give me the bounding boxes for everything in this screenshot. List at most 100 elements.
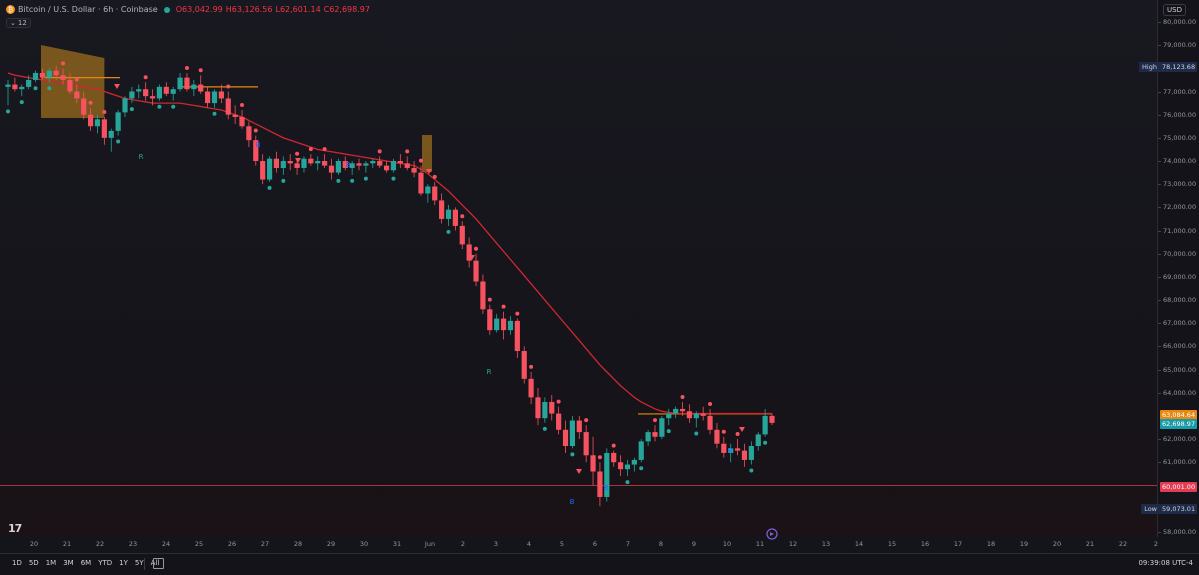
candle-body	[411, 167, 417, 173]
sell-signal-icon	[739, 427, 745, 432]
candle-body	[638, 441, 644, 460]
signal-dot	[226, 84, 231, 89]
candle-body	[700, 413, 706, 416]
time-tick-label: 27	[260, 540, 270, 548]
candle-body	[301, 158, 307, 168]
timeframe-button-5d[interactable]: 5D	[29, 559, 39, 567]
signal-dot	[363, 176, 368, 181]
candle-body	[521, 351, 527, 379]
price-tick-label: 62,000.00	[1157, 435, 1197, 444]
signal-dot	[184, 65, 189, 70]
signal-dot	[295, 151, 300, 156]
candle-body	[218, 91, 224, 99]
low-tag: Low	[1141, 504, 1160, 514]
candle-body	[741, 450, 748, 460]
signal-dot	[143, 75, 148, 80]
signal-dot	[418, 158, 423, 163]
candle-body	[170, 89, 176, 94]
candle-body	[707, 415, 713, 430]
signal-dot	[556, 399, 561, 404]
timeframe-button-1y[interactable]: 1Y	[119, 559, 128, 567]
candle-body	[507, 320, 514, 331]
candle-body	[184, 77, 190, 90]
timeframe-button-3m[interactable]: 3M	[63, 559, 74, 567]
time-tick-label: 5	[559, 540, 565, 548]
timeframe-button-6m[interactable]: 6M	[81, 559, 92, 567]
timeframe-button-ytd[interactable]: YTD	[98, 559, 112, 567]
candle-body	[53, 70, 59, 76]
time-axis[interactable]: 20 21 22 23 24 25 26 27 28 29 30 31 Jun 2 3 4 5 6 7 8 9 10 11 1…	[0, 537, 1158, 553]
time-tick-label: 23	[128, 540, 138, 548]
timeframe-button-1m[interactable]: 1M	[46, 559, 57, 567]
calendar-icon[interactable]	[153, 558, 164, 569]
candle-body	[445, 209, 452, 219]
buy-signal-label: B	[256, 141, 261, 149]
signal-dot	[19, 100, 24, 105]
time-tick-label: 18	[986, 540, 996, 548]
time-tick-label: 20	[1052, 540, 1062, 548]
candle-body	[225, 98, 231, 115]
timeframe-button-1d[interactable]: 1D	[12, 559, 22, 567]
signal-dot	[240, 103, 245, 108]
signal-dot	[639, 466, 644, 471]
time-tick-label: 15	[887, 540, 897, 548]
candle-body	[611, 452, 617, 463]
candle-body	[143, 89, 149, 97]
clock[interactable]: 09:39:08 UTC-4	[1138, 559, 1193, 567]
symbol-title[interactable]: Bitcoin / U.S. Dollar · 6h · Coinbase	[18, 5, 158, 14]
signal-dot	[336, 178, 341, 183]
candle-body	[239, 116, 245, 127]
chevron-down-icon: ⌄	[10, 19, 16, 27]
sell-signal-icon	[295, 158, 301, 163]
candle-body	[156, 86, 163, 99]
candle-body	[328, 165, 335, 173]
price-tick-label: 69,000.00	[1157, 272, 1197, 281]
buy-signal-label: B	[346, 161, 351, 169]
indicators-toggle[interactable]: ⌄ 12	[6, 18, 31, 28]
candle-body	[762, 415, 768, 435]
signal-dot	[694, 431, 699, 436]
moving-average-line	[7, 72, 772, 415]
candle-body	[191, 84, 197, 90]
price-chart[interactable]: R B B R B B B	[0, 0, 1157, 537]
time-tick-label: 29	[326, 540, 336, 548]
buy-signal-label: B	[570, 498, 575, 506]
timeframe-button-5y[interactable]: 5Y	[135, 559, 144, 567]
signal-dot	[61, 61, 66, 66]
price-axis[interactable]: USD 80,000.00 79,000.00 77,000.00 76,000.00…	[1157, 0, 1199, 537]
candle-body	[115, 112, 121, 131]
candle-body	[755, 434, 761, 447]
tradingview-logo-icon[interactable]: 17	[8, 522, 22, 535]
sell-signal-icon	[576, 469, 582, 474]
candle-body	[108, 130, 114, 138]
candle-body	[721, 443, 727, 453]
time-tick-label: 17	[953, 540, 963, 548]
signal-dot	[212, 111, 217, 116]
time-tick-label: 13	[821, 540, 831, 548]
signal-dot	[322, 147, 327, 152]
candle-body	[769, 415, 775, 423]
currency-selector[interactable]: USD	[1163, 4, 1186, 16]
time-tick-label: 7	[625, 540, 631, 548]
candle-body	[315, 161, 321, 164]
price-tick-label: 70,000.00	[1157, 249, 1197, 258]
consolidation-band	[422, 135, 432, 172]
time-tick-label: 26	[227, 540, 237, 548]
market-status-icon	[163, 6, 170, 13]
candle-body	[418, 172, 424, 194]
chart-area[interactable]: R B B R B B B ₿ Bitcoin / U.S. Dollar · 6h · C…	[0, 0, 1157, 540]
signal-dot	[171, 104, 176, 109]
time-tick-label: 22	[1118, 540, 1128, 548]
reversal-signal-label: R	[487, 368, 492, 376]
candle-body	[129, 91, 135, 99]
signal-dot	[529, 364, 534, 369]
candle-body	[583, 432, 589, 456]
ohlc-high: H63,126.56	[225, 5, 273, 14]
candle-body	[19, 86, 25, 90]
candle-body	[549, 401, 555, 414]
time-tick-label: 19	[1019, 540, 1029, 548]
signal-dot	[47, 86, 52, 91]
candle-body	[597, 471, 603, 497]
candle-body	[569, 420, 575, 447]
candle-body	[273, 158, 280, 168]
